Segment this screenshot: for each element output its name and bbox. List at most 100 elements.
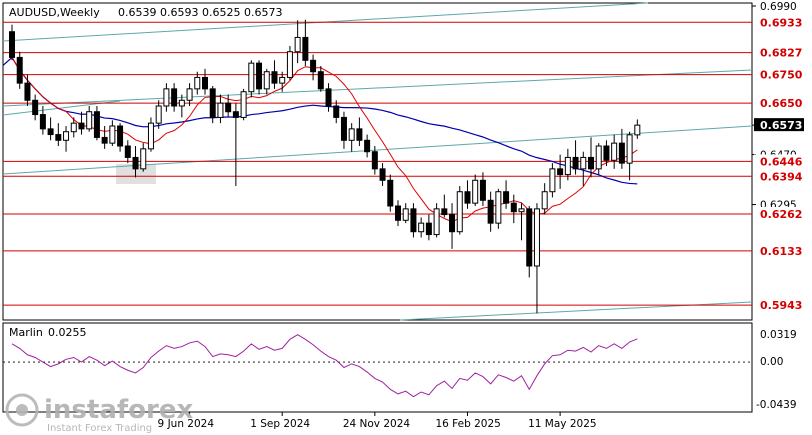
candle-body xyxy=(526,208,533,267)
candle-body xyxy=(63,131,70,141)
candle-body xyxy=(225,102,232,113)
level-tag-label: 0.6394 xyxy=(760,170,803,183)
candle-body xyxy=(55,134,62,141)
indicator-axis-top: 0.0319 xyxy=(760,329,797,341)
candle-body xyxy=(217,102,224,118)
candle-body xyxy=(549,168,556,193)
candle-body xyxy=(433,208,440,236)
candle-body xyxy=(248,62,255,93)
candle-body xyxy=(271,71,278,84)
date-tick-label: 1 Sep 2024 xyxy=(250,418,310,430)
date-tick-label: 24 Nov 2024 xyxy=(343,418,411,430)
candle-body xyxy=(171,88,178,107)
candle-body xyxy=(16,56,23,84)
candle-body xyxy=(572,156,579,170)
candle-body xyxy=(310,59,317,73)
level-tag-label: 0.6446 xyxy=(760,155,803,168)
candle-body xyxy=(47,128,54,136)
candle-body xyxy=(611,142,618,161)
candle-body xyxy=(472,179,479,204)
candle-body xyxy=(317,71,324,90)
candle-body xyxy=(209,88,216,118)
candle-body xyxy=(101,136,108,144)
candle-body xyxy=(194,76,201,90)
level-tag-label: 0.6262 xyxy=(760,208,802,221)
candle-body xyxy=(425,222,432,236)
candle-body xyxy=(240,91,247,118)
candle-body xyxy=(618,142,625,164)
price-tick-label: 0.6990 xyxy=(760,1,797,13)
level-tag-label: 0.6933 xyxy=(760,16,802,29)
candle-body xyxy=(395,205,401,221)
candle-body xyxy=(510,202,517,213)
candle-body xyxy=(109,125,116,144)
chart-title-ohlc: 0.6539 0.6593 0.6525 0.6573 xyxy=(118,6,282,19)
candle-body xyxy=(410,208,417,233)
candle-body xyxy=(503,191,510,204)
chart-title-symbol: AUDUSD,Weekly xyxy=(9,6,100,19)
candle-body xyxy=(86,111,93,130)
candle-body xyxy=(70,122,77,133)
candle-body xyxy=(117,125,124,147)
candle-body xyxy=(256,62,263,90)
candle-body xyxy=(580,156,587,170)
candle-body xyxy=(541,191,548,210)
candle-body xyxy=(124,145,131,158)
candle-body xyxy=(24,82,31,101)
watermark-tagline: Instant Forex Trading xyxy=(47,423,152,434)
candle-body xyxy=(441,208,448,216)
date-tick-label: 11 May 2025 xyxy=(528,418,596,430)
candle-body xyxy=(333,105,340,118)
candle-body xyxy=(202,76,208,90)
candle xyxy=(209,86,216,124)
candle-body xyxy=(595,145,602,170)
level-tag-label: 0.5943 xyxy=(760,299,802,312)
watermark-brand: instaforex xyxy=(44,395,194,425)
candle-body xyxy=(371,151,378,170)
candle-body xyxy=(402,208,409,221)
candle-body xyxy=(564,156,571,176)
candle-body xyxy=(379,168,386,181)
level-tag-label: 0.6827 xyxy=(760,47,802,60)
candle-body xyxy=(387,179,394,207)
candle-body xyxy=(32,99,39,116)
candle-body xyxy=(78,122,85,130)
level-tag-label: 0.6650 xyxy=(760,97,803,110)
current-price-tag: 0.6573 xyxy=(754,118,804,132)
indicator-axis-bottom: -0.0439 xyxy=(756,399,797,411)
candle-body xyxy=(418,222,425,233)
candle-body xyxy=(147,122,154,150)
candle-body xyxy=(588,156,594,170)
candle-body xyxy=(232,111,239,118)
candle-body xyxy=(9,31,15,58)
candle-body xyxy=(348,128,355,141)
candle-body xyxy=(340,116,347,141)
candle xyxy=(248,60,255,98)
candle-body xyxy=(263,71,270,90)
candle-body xyxy=(186,88,193,101)
candle-body xyxy=(487,199,494,224)
candle-body xyxy=(603,145,610,161)
current-price-label: 0.6573 xyxy=(760,119,802,132)
indicator-axis-zero: 0.00 xyxy=(760,356,783,368)
candle-body xyxy=(495,191,502,224)
candle-body xyxy=(533,208,540,267)
candle-body xyxy=(155,105,162,124)
indicator-value: 0.0255 xyxy=(48,326,87,339)
candle-body xyxy=(279,76,286,84)
candle-body xyxy=(178,99,185,107)
candle xyxy=(240,88,247,121)
candle-body xyxy=(364,139,371,153)
candle-body xyxy=(132,156,139,170)
candle-body xyxy=(286,51,293,78)
candle-body xyxy=(356,128,363,141)
candle-body xyxy=(449,214,456,233)
candle-body xyxy=(294,36,301,53)
date-tick-label: 16 Feb 2025 xyxy=(435,418,500,430)
candle-body xyxy=(557,168,564,176)
candle-body xyxy=(140,148,147,170)
candle-body xyxy=(325,88,332,107)
candle xyxy=(456,186,463,235)
candle xyxy=(387,174,394,212)
candle-body xyxy=(39,114,46,130)
